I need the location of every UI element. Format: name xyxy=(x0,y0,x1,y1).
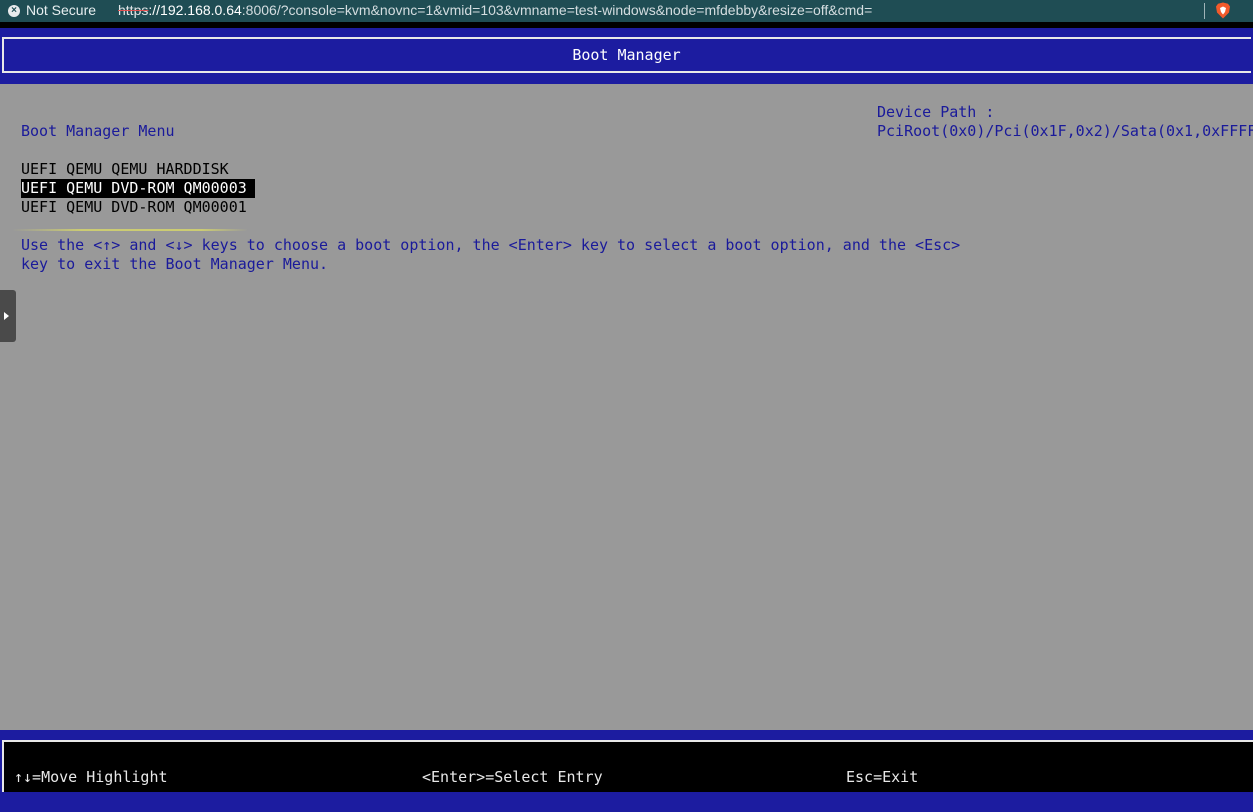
boot-option-harddisk[interactable]: UEFI QEMU QEMU HARDDISK xyxy=(21,160,229,179)
boot-menu-panel: Device Path : PciRoot(0x0)/Pci(0x1F,0x2)… xyxy=(0,84,1253,730)
title-bar: Boot Manager xyxy=(0,28,1253,84)
help-text-line-1: Use the <↑> and <↓> keys to choose a boo… xyxy=(21,236,961,254)
console-sidebar-toggle-icon[interactable] xyxy=(0,290,16,342)
page-title: Boot Manager xyxy=(572,46,681,64)
url-host: ://192.168.0.64 xyxy=(148,2,242,18)
vm-console-screen[interactable]: Boot Manager Device Path : PciRoot(0x0)/… xyxy=(0,28,1253,812)
footer-move-hint: ↑↓=Move Highlight xyxy=(14,768,168,786)
help-text-line-2: key to exit the Boot Manager Menu. xyxy=(21,255,329,273)
boot-option-dvd-qm00001[interactable]: UEFI QEMU DVD-ROM QM00001 xyxy=(21,198,247,217)
footer-panel xyxy=(2,740,1253,792)
device-path-label: Device Path : xyxy=(877,103,995,121)
menu-heading: Boot Manager Menu xyxy=(21,122,175,140)
footer-exit-hint: Esc=Exit xyxy=(846,768,919,786)
url-field[interactable]: https://192.168.0.64:8006/?console=kvm&n… xyxy=(118,2,872,18)
browser-address-bar[interactable]: × Not Secure https://192.168.0.64:8006/?… xyxy=(0,0,1253,22)
footer-bar: ↑↓=Move Highlight <Enter>=Select Entry E… xyxy=(0,730,1253,812)
brave-shield-icon[interactable] xyxy=(1215,2,1231,19)
footer-select-hint: <Enter>=Select Entry xyxy=(422,768,603,786)
toolbar-divider xyxy=(1204,3,1205,19)
device-path-value: PciRoot(0x0)/Pci(0x1F,0x2)/Sata(0x1,0xFF… xyxy=(877,122,1253,140)
security-warning-icon[interactable]: × xyxy=(8,5,20,17)
security-status[interactable]: Not Secure xyxy=(26,2,96,18)
url-protocol: https xyxy=(118,2,149,18)
url-path: :8006/?console=kvm&novnc=1&vmid=103&vmna… xyxy=(241,2,873,18)
boot-option-dvd-qm00003[interactable]: UEFI QEMU DVD-ROM QM00003 xyxy=(21,179,255,198)
highlight-underline xyxy=(12,229,248,231)
